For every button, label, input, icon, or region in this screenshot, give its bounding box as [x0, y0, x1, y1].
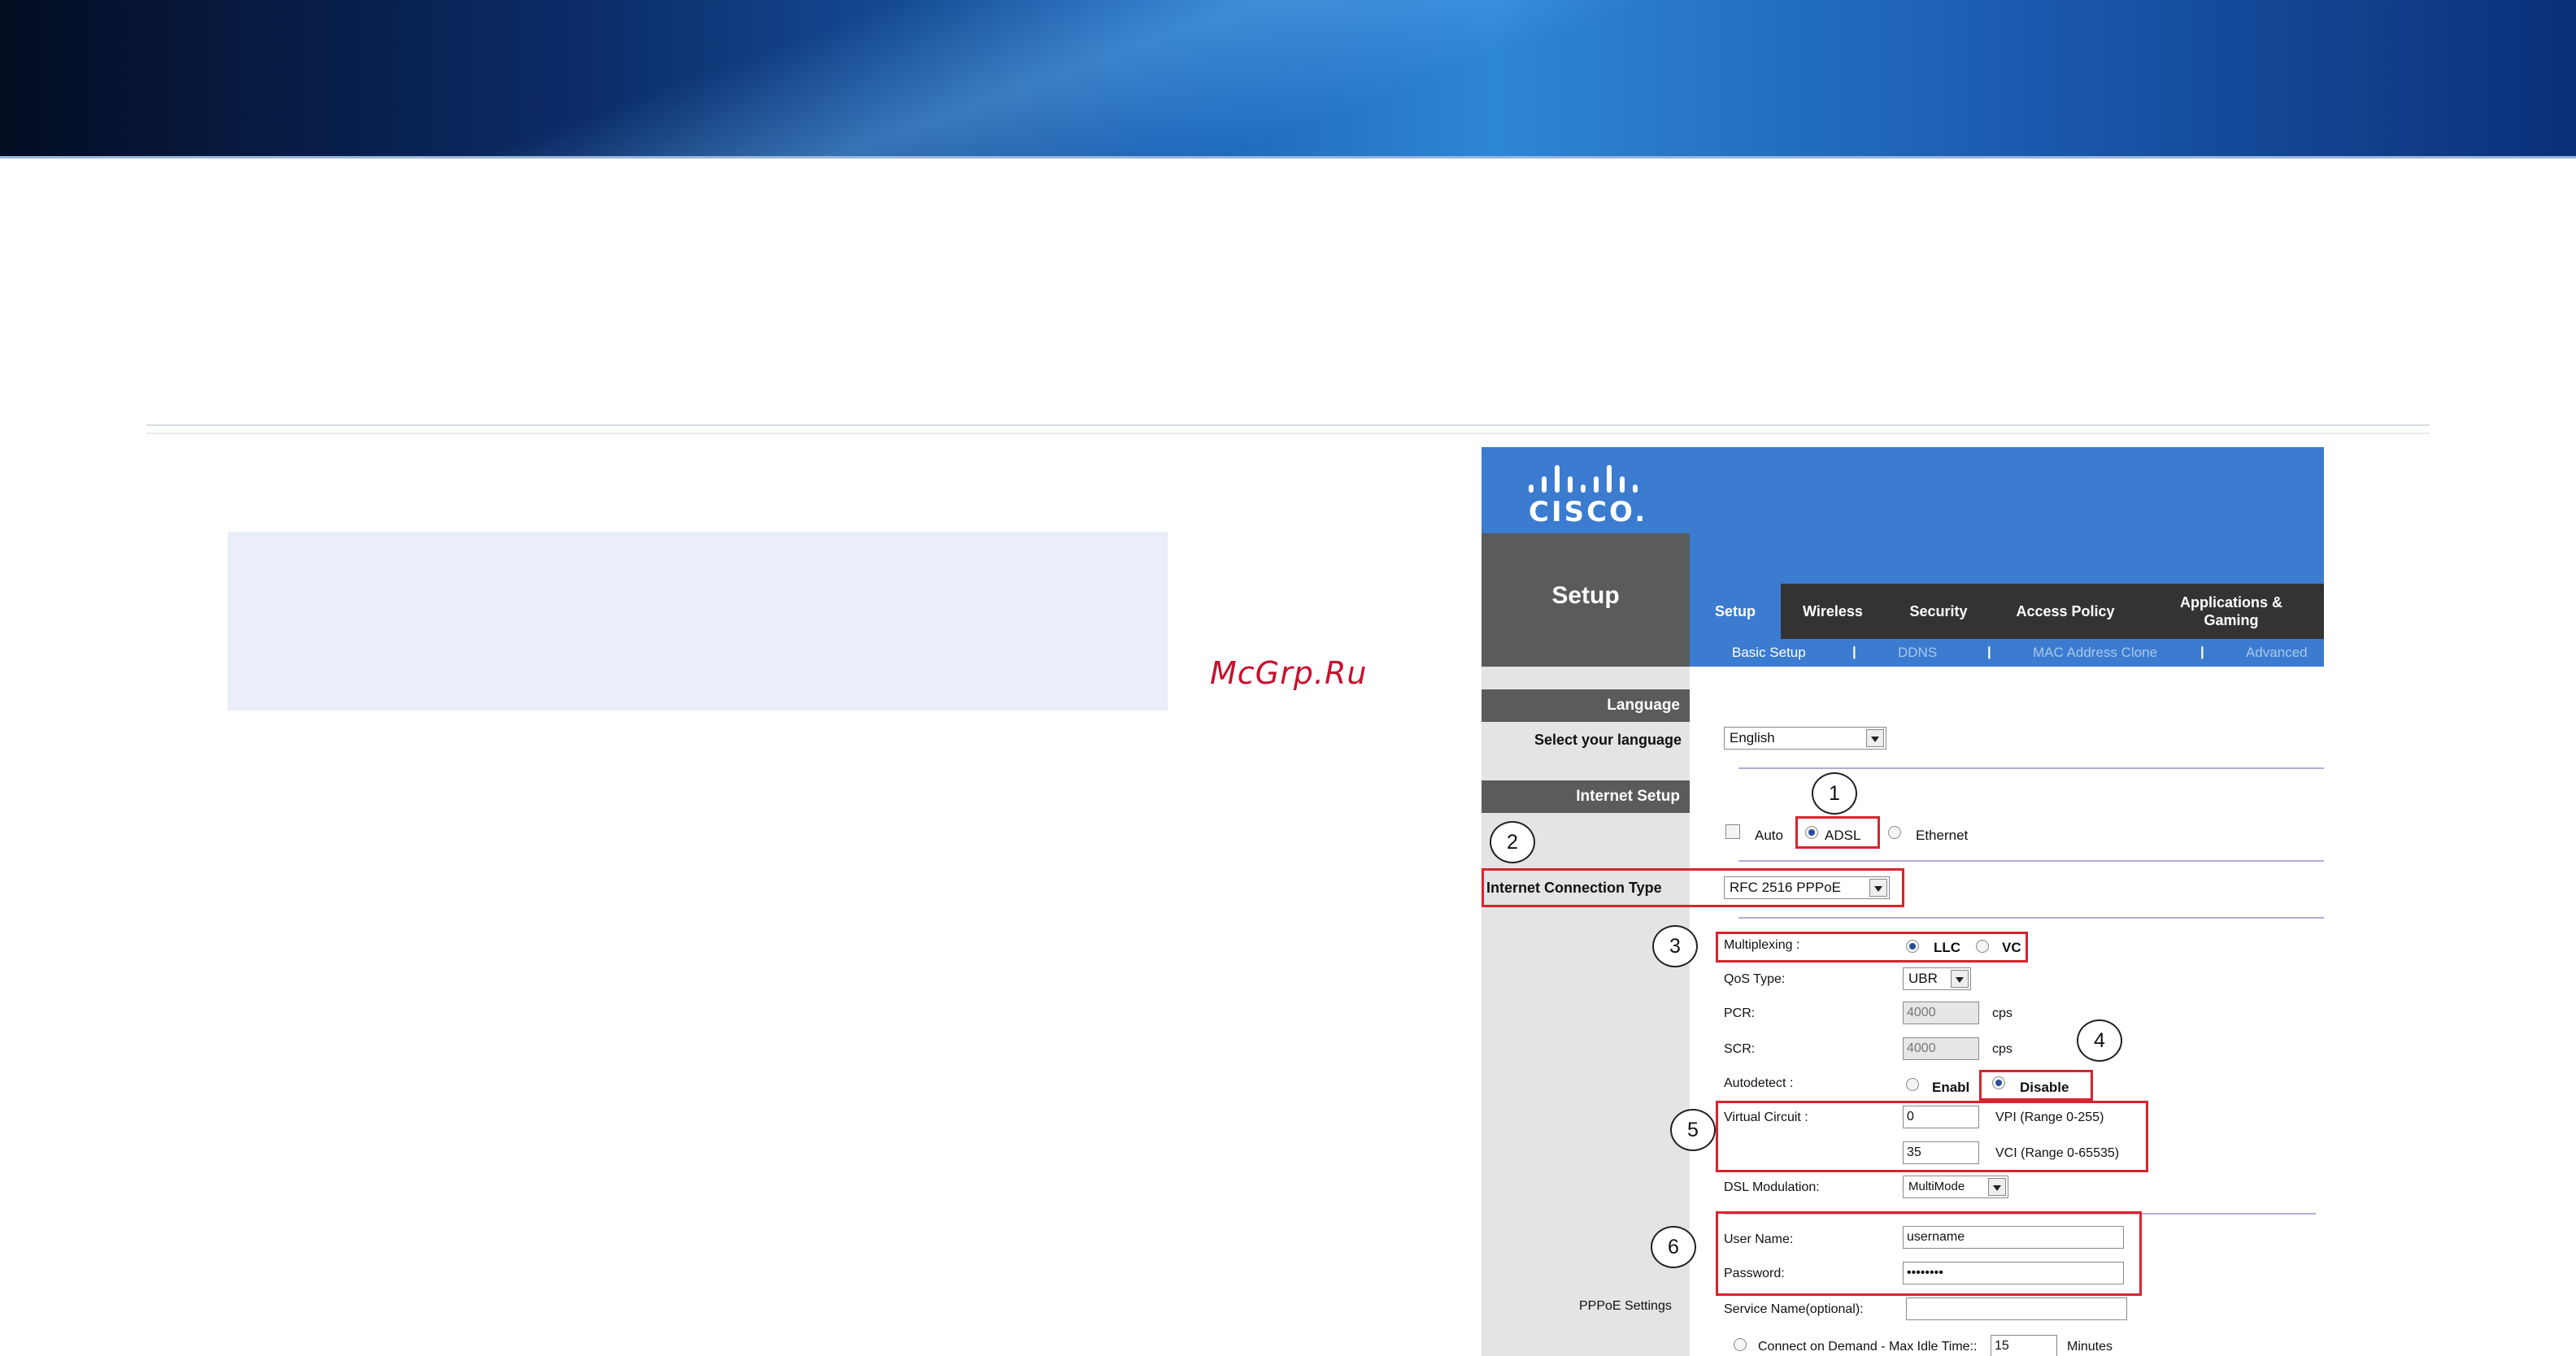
ethernet-label: Ethernet	[1916, 828, 1969, 843]
callout-number-1: 1	[1812, 772, 1857, 815]
dsl-modulation-label: DSL Modulation:	[1724, 1180, 1820, 1194]
connect-on-demand-label: Connect on Demand - Max Idle Time::	[1758, 1340, 1978, 1354]
subnav-separator: |	[2200, 644, 2204, 659]
tab-access-policy[interactable]: Access Policy	[1992, 584, 2139, 639]
top-banner	[0, 0, 2576, 156]
language-section-head: Language	[1482, 689, 1690, 722]
pcr-label: PCR:	[1724, 1006, 1756, 1020]
auto-label: Auto	[1755, 828, 1783, 843]
subnav-advanced[interactable]: Advanced	[2246, 645, 2308, 661]
callout-number-3: 3	[1652, 925, 1698, 967]
cisco-bars-icon	[1529, 460, 1638, 493]
internet-setup-section-head: Internet Setup	[1482, 780, 1690, 813]
language-select-value: English	[1730, 730, 1775, 745]
page-rule	[146, 424, 2430, 426]
pppoe-settings-label: PPPoE Settings	[1579, 1299, 1672, 1313]
divider	[1738, 767, 2324, 769]
connect-on-demand-radio[interactable]	[1734, 1338, 1747, 1351]
tab-applications-gaming[interactable]: Applications & Gaming	[2139, 584, 2324, 639]
banner-divider	[0, 156, 2576, 159]
router-top-strip	[1690, 533, 2324, 584]
section-title: Setup	[1551, 582, 1620, 609]
chevron-down-icon	[1951, 970, 1969, 988]
page-rule-secondary	[146, 432, 2430, 434]
callout-number-5: 5	[1670, 1109, 1716, 1151]
select-language-label: Select your language	[1534, 732, 1682, 748]
cisco-logo: CISCO.	[1529, 460, 1645, 528]
callout-box-3	[1716, 932, 2028, 963]
qos-label: QoS Type:	[1724, 972, 1786, 986]
autodetect-enable-label: Enable	[1932, 1080, 1969, 1095]
pcr-input[interactable]: 4000	[1903, 1002, 1979, 1024]
scr-input[interactable]: 4000	[1903, 1037, 1979, 1060]
subnav-ddns[interactable]: DDNS	[1898, 645, 1937, 661]
cisco-logo-text: CISCO.	[1529, 496, 1648, 528]
subnav-separator: |	[1852, 644, 1856, 659]
service-name-input[interactable]	[1906, 1297, 2127, 1320]
pcr-unit: cps	[1992, 1006, 2012, 1020]
divider	[1738, 917, 2324, 919]
router-header: CISCO.	[1482, 447, 2324, 533]
autodetect-label: Autodetect :	[1724, 1076, 1794, 1090]
tab-bar: Setup Wireless Security Access Policy Ap…	[1690, 584, 2324, 639]
ethernet-radio[interactable]	[1888, 826, 1901, 839]
scr-unit: cps	[1992, 1042, 2012, 1056]
subnav-basic-setup[interactable]: Basic Setup	[1732, 645, 1806, 661]
section-title-block: Setup	[1482, 533, 1690, 667]
callout-number-2: 2	[1490, 821, 1535, 863]
service-name-label: Service Name(optional):	[1724, 1302, 1864, 1316]
router-screenshot: CISCO. Setup Setup Wireless Security Acc…	[1482, 447, 2324, 1356]
callout-box-4	[1979, 1070, 2093, 1101]
autodetect-enable-radio[interactable]	[1906, 1078, 1919, 1091]
callout-box-2	[1482, 868, 1904, 907]
language-select[interactable]: English	[1724, 727, 1886, 750]
auto-checkbox[interactable]	[1725, 824, 1740, 839]
callout-number-4: 4	[2077, 1019, 2122, 1062]
qos-select[interactable]: UBR	[1903, 967, 1971, 990]
callout-box-5	[1716, 1101, 2148, 1172]
subnav-separator: |	[1987, 644, 1991, 659]
chevron-down-icon	[1988, 1178, 2006, 1196]
divider	[1738, 860, 2324, 862]
tab-setup[interactable]: Setup	[1690, 584, 1781, 639]
idle-time-input[interactable]: 15	[1991, 1335, 2057, 1356]
qos-value: UBR	[1908, 971, 1938, 986]
info-box	[228, 532, 1168, 711]
watermark: McGrp.Ru	[1210, 655, 1368, 691]
subnav-mac-clone[interactable]: MAC Address Clone	[2033, 645, 2157, 661]
sub-nav: Basic Setup | DDNS | MAC Address Clone |…	[1690, 639, 2324, 667]
chevron-down-icon	[1866, 729, 1884, 747]
tab-security[interactable]: Security	[1885, 584, 1992, 639]
callout-box-6	[1716, 1211, 2142, 1296]
tab-wireless[interactable]: Wireless	[1781, 584, 1885, 639]
scr-label: SCR:	[1724, 1042, 1756, 1056]
dsl-modulation-value: MultiMode	[1908, 1180, 1965, 1193]
dsl-modulation-select[interactable]: MultiMode	[1903, 1176, 2008, 1198]
callout-box-1	[1795, 816, 1880, 849]
idle-time-unit: Minutes	[2067, 1340, 2113, 1354]
callout-number-6: 6	[1651, 1226, 1696, 1268]
